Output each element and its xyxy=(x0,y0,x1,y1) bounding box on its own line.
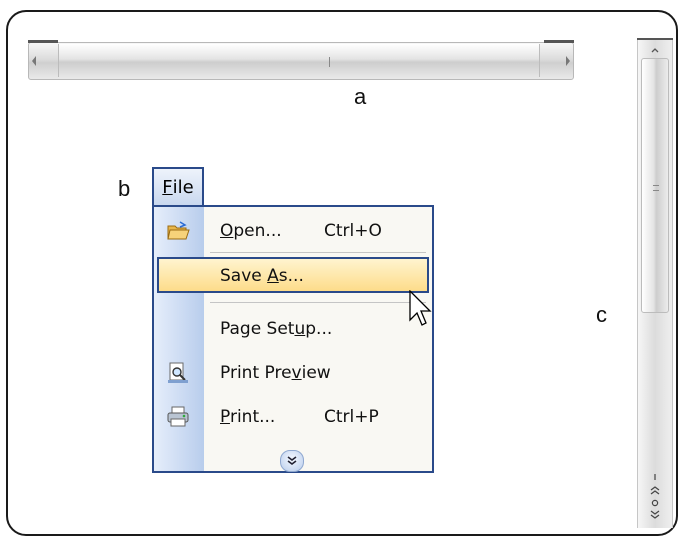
panel-label-a: a xyxy=(354,84,367,109)
menu-label-open: pen... xyxy=(233,221,282,241)
menu-label-print: rint... xyxy=(229,407,276,427)
vertical-scrollbar-thumb[interactable] xyxy=(641,58,669,313)
scroll-up-arrow-icon[interactable] xyxy=(645,42,665,54)
menu-item-save-as[interactable]: Save As... xyxy=(157,257,429,293)
menu-label-prefix: Page Set xyxy=(220,319,295,339)
thumb-grip-icon xyxy=(329,57,330,67)
menu-accel-key: P xyxy=(220,407,230,427)
menu-separator xyxy=(210,252,426,253)
menu-item-open[interactable]: Open... Ctrl+O xyxy=(154,212,432,250)
menu-item-print[interactable]: Print... Ctrl+P xyxy=(154,398,432,436)
double-chevron-down-icon[interactable] xyxy=(280,450,304,472)
menu-label-print-preview: iew xyxy=(301,363,331,383)
thumb-grip-icon xyxy=(653,185,659,191)
browse-object-buttons[interactable] xyxy=(645,472,665,522)
panel-label-c: c xyxy=(596,302,607,327)
file-tab-label: ile xyxy=(172,176,194,198)
menu-label-save-as: s... xyxy=(278,266,304,286)
horizontal-scrollbar[interactable] xyxy=(28,40,574,80)
print-preview-icon xyxy=(166,362,190,384)
menu-accel-key: A xyxy=(267,266,279,286)
scroll-left-arrow-icon[interactable] xyxy=(32,56,36,66)
menu-label-page-setup: p... xyxy=(305,319,333,339)
scroll-right-arrow-icon[interactable] xyxy=(566,56,570,66)
shortcut-print: Ctrl+P xyxy=(324,407,379,427)
menu-item-page-setup[interactable]: Page Setup... xyxy=(154,310,432,348)
horizontal-scrollbar-thumb[interactable] xyxy=(58,44,540,77)
vertical-scrollbar[interactable] xyxy=(637,38,673,528)
panel-label-b: b xyxy=(118,176,131,201)
menu-label-prefix: Print Pre xyxy=(220,363,292,383)
file-menu-dropdown: Open... Ctrl+O Save As... Page Setup... … xyxy=(152,205,434,473)
menu-label-prefix: Save xyxy=(220,266,268,286)
scrollbar-cap-left xyxy=(28,40,58,43)
menu-accel-key: O xyxy=(220,221,234,241)
shortcut-open: Ctrl+O xyxy=(324,221,382,241)
mouse-pointer-icon xyxy=(409,290,432,326)
scrollbar-cap-top xyxy=(637,38,673,40)
scrollbar-cap-right xyxy=(544,40,574,43)
open-folder-icon xyxy=(166,220,190,242)
file-tab-accel: F xyxy=(162,176,173,198)
menu-separator xyxy=(210,302,426,303)
file-menu-tab[interactable]: File xyxy=(152,167,204,205)
menu-accel-key: u xyxy=(294,319,306,339)
printer-icon xyxy=(166,406,190,428)
menu-accel-key: v xyxy=(291,363,302,383)
menu-item-print-preview[interactable]: Print Preview xyxy=(154,354,432,392)
